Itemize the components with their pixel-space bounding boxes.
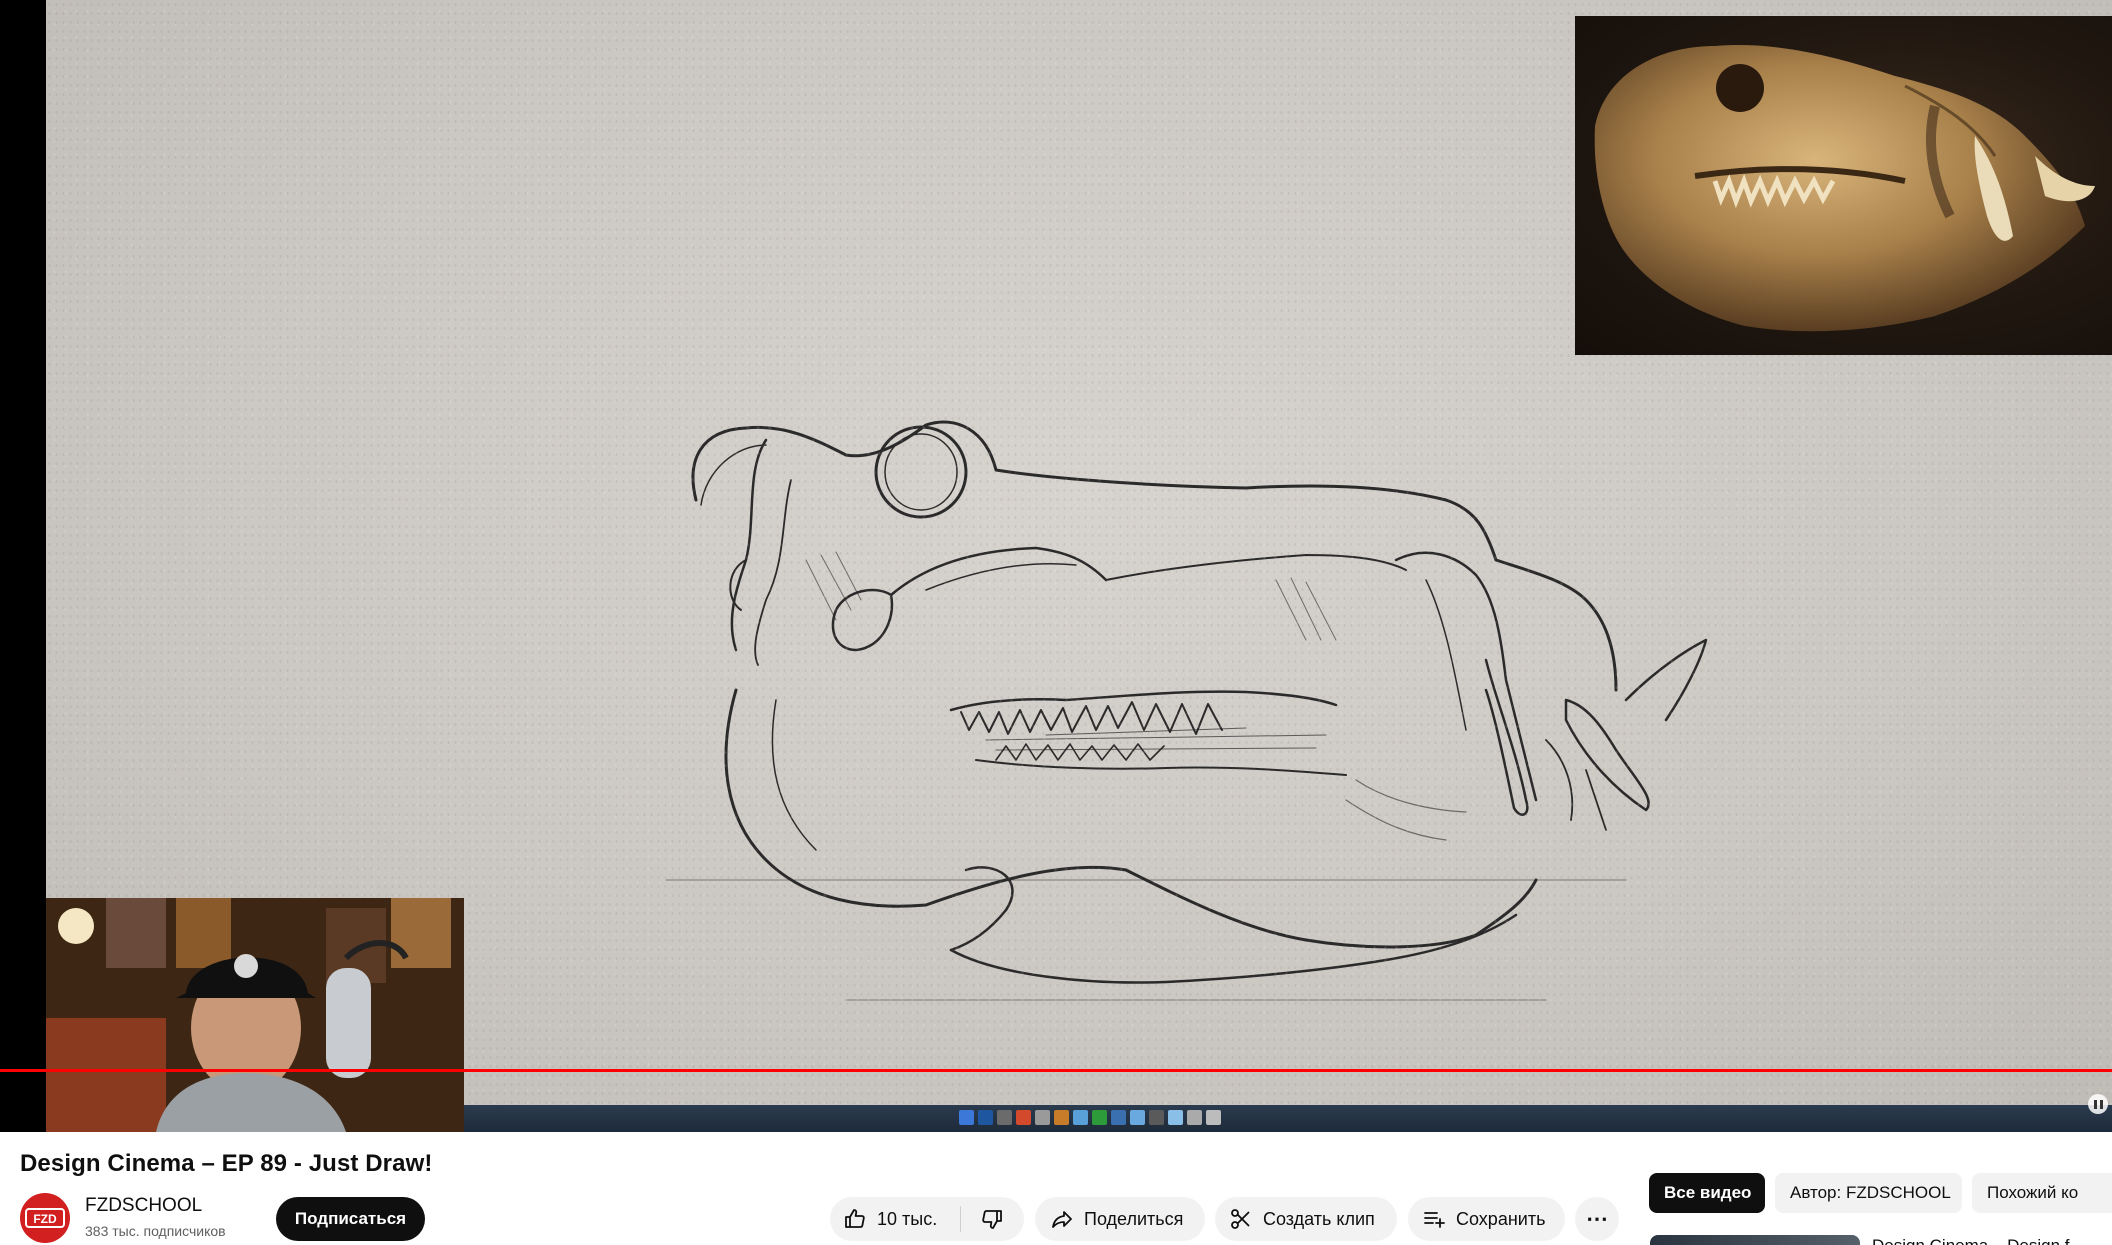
scissors-icon — [1231, 1209, 1250, 1229]
share-button[interactable]: Поделиться — [1035, 1197, 1205, 1241]
thumb-up-icon — [845, 1209, 865, 1228]
progress-bar[interactable] — [0, 1069, 2112, 1072]
pause-icon[interactable] — [2088, 1094, 2108, 1114]
svg-text:FZD: FZD — [33, 1212, 57, 1226]
related-video-thumbnail[interactable] — [1650, 1235, 1860, 1245]
related-video-title[interactable]: Design Cinema – Design f — [1872, 1236, 2112, 1245]
presenter-webcam-image — [46, 898, 464, 1132]
share-arrow-icon — [1052, 1211, 1072, 1228]
like-dislike-group: 10 тыс. — [830, 1197, 1024, 1241]
progress-fill — [0, 1069, 2112, 1072]
playlist-add-icon — [1424, 1212, 1445, 1228]
reference-photo-skull — [1575, 16, 2112, 355]
fzd-logo-icon: FZD — [25, 1208, 65, 1228]
chip-author[interactable]: Автор: FZDSCHOOL — [1775, 1173, 1962, 1213]
more-dots-icon: ⋯ — [1586, 1206, 1608, 1231]
like-count: 10 тыс. — [877, 1208, 938, 1229]
share-label: Поделиться — [1084, 1208, 1184, 1229]
taskbar-app-icons — [959, 1110, 1221, 1125]
like-button[interactable]: 10 тыс. — [830, 1197, 960, 1241]
skull-photo-illustration — [1594, 45, 2095, 332]
thumb-down-icon — [982, 1210, 1002, 1229]
video-player[interactable] — [0, 0, 2112, 1132]
channel-name[interactable]: FZDSCHOOL — [85, 1195, 202, 1217]
video-title: Design Cinema – EP 89 - Just Draw! — [20, 1150, 433, 1177]
dislike-button[interactable] — [961, 1197, 1023, 1241]
clip-label: Создать клип — [1263, 1208, 1375, 1229]
chip-similar[interactable]: Похожий ко — [1972, 1173, 2112, 1213]
desktop-taskbar — [464, 1105, 2112, 1132]
save-label: Сохранить — [1456, 1208, 1546, 1229]
more-actions-button[interactable]: ⋯ — [1575, 1197, 1619, 1241]
subscribe-button[interactable]: Подписаться — [276, 1197, 425, 1241]
create-clip-button[interactable]: Создать клип — [1215, 1197, 1397, 1241]
webcam-overlay — [46, 898, 464, 1132]
subscriber-count: 383 тыс. подписчиков — [85, 1223, 226, 1239]
channel-avatar[interactable]: FZD — [20, 1193, 70, 1243]
save-button[interactable]: Сохранить — [1408, 1197, 1565, 1241]
chip-all-videos[interactable]: Все видео — [1649, 1173, 1765, 1213]
